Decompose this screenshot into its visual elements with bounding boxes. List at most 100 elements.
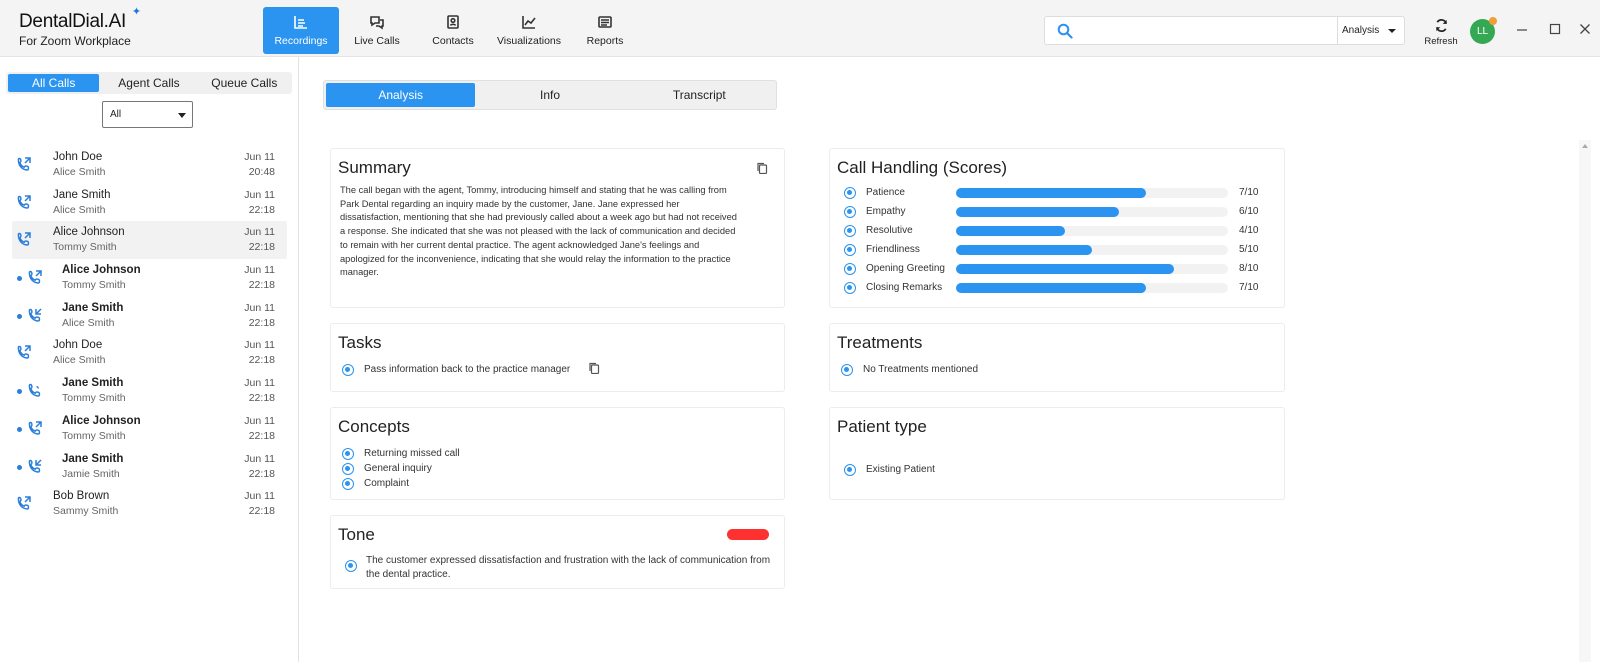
tasks-title: Tasks	[338, 333, 382, 352]
score-value: 4/10	[1239, 225, 1259, 236]
avatar[interactable]: LL	[1470, 17, 1497, 44]
call-filter-select[interactable]: All	[102, 101, 193, 128]
score-label: Empathy	[866, 206, 906, 217]
call-time: 22:18	[248, 203, 275, 216]
close-icon[interactable]	[1578, 22, 1592, 36]
unread-dot	[17, 389, 22, 395]
maximize-icon[interactable]	[1548, 22, 1562, 36]
outgoing-call-icon	[17, 496, 31, 510]
tab-info[interactable]: Info	[475, 83, 624, 107]
score-fill	[956, 245, 1092, 255]
refresh-button[interactable]: Refresh	[1424, 16, 1458, 47]
call-date: Jun 11	[244, 188, 275, 201]
nav-reports[interactable]: Reports	[567, 7, 643, 54]
concept-item: General inquiry	[364, 463, 432, 474]
outgoing-call-icon	[17, 157, 31, 171]
tab-all-calls[interactable]: All Calls	[8, 74, 100, 92]
chevron-down-icon	[178, 113, 186, 118]
search-input[interactable]	[1081, 20, 1371, 42]
unread-dot	[17, 426, 22, 432]
main-scrollbar[interactable]	[1579, 140, 1591, 662]
nav-label: Recordings	[274, 35, 328, 47]
score-radio	[844, 225, 856, 237]
call-list-item[interactable]: Alice Johnson Tommy Smith Jun 11 22:18	[12, 410, 287, 448]
summary-card: Summary The call began with the agent, T…	[330, 148, 785, 308]
call-list-item[interactable]: John Doe Alice Smith Jun 11 20:48	[12, 146, 287, 184]
search-icon[interactable]	[1057, 23, 1073, 39]
score-fill	[956, 188, 1147, 198]
score-track	[956, 226, 1228, 236]
call-date: Jun 11	[244, 452, 275, 465]
tone-card: Tone The customer expressed dissatisfact…	[330, 515, 785, 589]
score-label: Resolutive	[866, 225, 913, 236]
call-list-item[interactable]: Jane Smith Tommy Smith Jun 11 22:18	[12, 372, 287, 410]
scroll-up-icon[interactable]	[1582, 144, 1588, 148]
score-fill	[956, 264, 1174, 274]
recordings-icon	[294, 16, 307, 29]
chevron-down-icon	[1388, 29, 1396, 33]
score-track	[956, 283, 1228, 293]
score-fill	[956, 283, 1147, 293]
tone-text: The customer expressed dissatisfaction a…	[366, 555, 771, 580]
call-date: Jun 11	[244, 490, 275, 503]
tab-agent-calls[interactable]: Agent Calls	[103, 74, 194, 92]
treatment-item: No Treatments mentioned	[863, 364, 979, 375]
call-list-item[interactable]: Jane Smith Alice Smith Jun 11 22:18	[12, 184, 287, 222]
tab-queue-calls[interactable]: Queue Calls	[199, 74, 290, 92]
tab-analysis[interactable]: Analysis	[326, 83, 476, 107]
patient-type-card: Patient type Existing Patient	[829, 407, 1285, 500]
call-time: 22:18	[248, 279, 275, 292]
score-radio	[844, 187, 856, 199]
concepts-card: Concepts Returning missed call General i…	[330, 407, 785, 500]
tone-radio	[345, 560, 357, 572]
score-radio	[844, 206, 856, 218]
call-list-item[interactable]: John Doe Alice Smith Jun 11 22:18	[12, 334, 287, 372]
outgoing-call-icon	[17, 232, 31, 247]
call-type-tabs: All Calls Agent Calls Queue Calls	[6, 72, 292, 94]
score-value: 7/10	[1239, 187, 1259, 198]
nav-contacts[interactable]: Contacts	[415, 7, 491, 54]
minimize-icon[interactable]	[1515, 22, 1529, 36]
task-item: Pass information back to the practice ma…	[364, 364, 571, 375]
copy-icon[interactable]	[756, 162, 768, 174]
call-list-item[interactable]: Bob Brown Sammy Smith Jun 11 22:18	[12, 485, 287, 523]
call-list-item[interactable]: Alice Johnson Tommy Smith Jun 11 22:18	[12, 221, 287, 260]
task-radio	[342, 364, 354, 376]
tone-indicator	[727, 529, 769, 540]
search-scope-select[interactable]: Analysis	[1337, 17, 1404, 44]
call-list-item[interactable]: Alice Johnson Tommy Smith Jun 11 22:18	[12, 259, 287, 297]
score-label: Closing Remarks	[866, 282, 943, 293]
call-list-item[interactable]: Jane Smith Alice Smith Jun 11 22:18	[12, 297, 287, 335]
score-fill	[956, 226, 1065, 236]
caller-name: Jane Smith	[62, 301, 124, 314]
agent-name: Alice Smith	[53, 354, 106, 367]
treatments-title: Treatments	[837, 333, 923, 352]
score-fill	[956, 207, 1120, 217]
call-list-item[interactable]: Jane Smith Jamie Smith Jun 11 22:18	[12, 448, 287, 486]
agent-name: Tommy Smith	[53, 241, 117, 254]
agent-name: Jamie Smith	[62, 467, 120, 480]
nav-live-calls[interactable]: Live Calls	[339, 7, 415, 54]
caller-name: Jane Smith	[62, 452, 124, 465]
copy-icon[interactable]	[588, 362, 600, 374]
outgoing-call-icon	[28, 421, 42, 435]
nav-label: Visualizations	[496, 35, 561, 47]
call-handling-card: Call Handling (Scores) Patience 7/10 Empat…	[829, 148, 1285, 308]
agent-name: Alice Smith	[53, 166, 106, 178]
call-date: Jun 11	[244, 414, 275, 427]
tab-transcript[interactable]: Transcript	[625, 83, 774, 107]
sparkle-icon: ✦	[131, 6, 141, 18]
outgoing-call-icon	[17, 194, 31, 209]
score-label: Friendliness	[866, 244, 920, 255]
call-list-panel: All Calls Agent Calls Queue Calls All Jo…	[0, 57, 299, 662]
call-time: 20:48	[248, 166, 275, 178]
refresh-label: Refresh	[1424, 36, 1458, 47]
phone-icon	[28, 383, 41, 397]
caller-name: Alice Johnson	[62, 264, 141, 277]
unread-dot	[17, 464, 22, 470]
score-value: 5/10	[1239, 244, 1259, 255]
score-track	[956, 245, 1228, 255]
nav-visualizations[interactable]: Visualizations	[491, 7, 567, 54]
nav-recordings[interactable]: Recordings	[263, 7, 339, 54]
top-bar: DentalDial.AI ✦ For Zoom Workplace Record…	[0, 0, 1600, 57]
